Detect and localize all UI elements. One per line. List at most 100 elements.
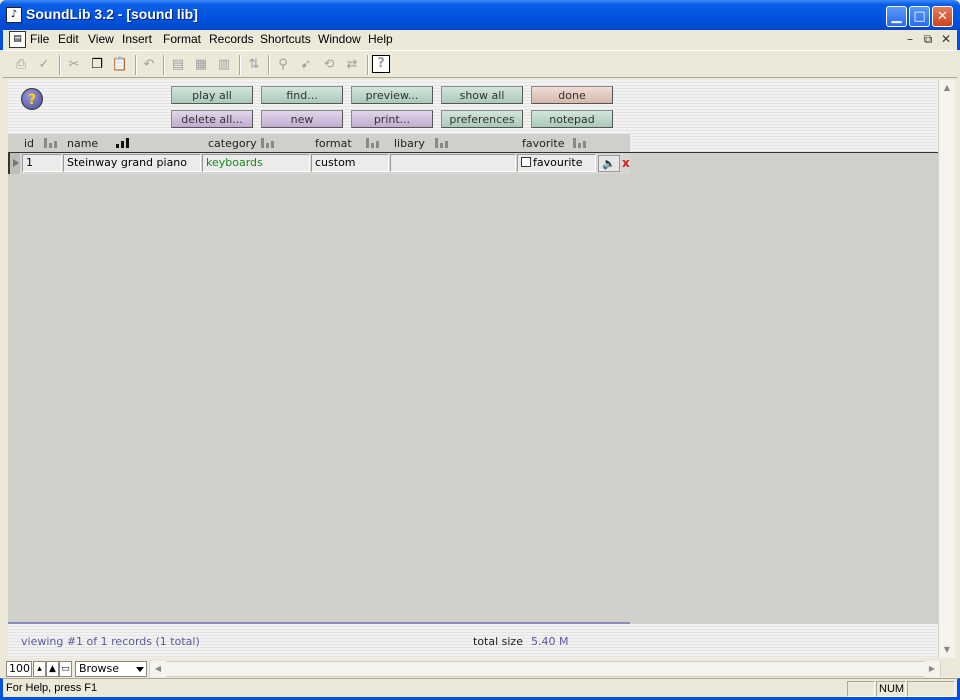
help-icon[interactable]: ?: [21, 88, 43, 110]
favorite-checkbox[interactable]: [521, 157, 531, 167]
column-library: libary: [394, 137, 425, 150]
scroll-left-icon[interactable]: ◀: [150, 661, 166, 677]
mdi-restore-button[interactable]: ⧉: [921, 32, 935, 47]
app-icon[interactable]: ♪: [6, 7, 22, 23]
current-record-marker: [8, 153, 20, 174]
sort-category-icon[interactable]: [261, 138, 275, 148]
total-size-label: total size: [473, 635, 523, 648]
done-button[interactable]: done: [531, 86, 613, 104]
table-row[interactable]: 1 Steinway grand piano keyboards custom …: [8, 153, 630, 174]
zoom-level[interactable]: 100: [6, 661, 32, 677]
bottom-bar: 100 ▴ ▲ ▭ Browse ◀ ▶: [3, 660, 957, 678]
sort-favorite-icon[interactable]: [573, 138, 587, 148]
favorite-field: favourite: [517, 154, 596, 172]
menu-edit[interactable]: Edit: [58, 32, 79, 46]
column-favorite: favorite: [522, 137, 565, 150]
zoom-out-icon[interactable]: ▴: [33, 661, 46, 677]
column-format: format: [315, 137, 352, 150]
sort-format-icon[interactable]: [366, 138, 380, 148]
mdi-close-button[interactable]: ✕: [939, 32, 953, 46]
context-help-icon[interactable]: ?: [372, 55, 390, 73]
mode-select[interactable]: Browse: [75, 661, 147, 677]
scroll-up-icon[interactable]: ▲: [939, 80, 955, 96]
show-all-button[interactable]: show all: [441, 86, 523, 104]
form-header: ? play all find... preview... show all d…: [8, 80, 938, 152]
relookup-icon[interactable]: ⇄: [342, 55, 362, 75]
category-field[interactable]: keyboards: [202, 154, 310, 172]
column-header: id name category format libary favorite: [8, 134, 630, 152]
cut-icon[interactable]: ✂: [64, 55, 84, 75]
print-icon[interactable]: ⎙: [11, 55, 31, 75]
scroll-right-icon[interactable]: ▶: [924, 661, 940, 677]
menu-bar: ▤ File Edit View Insert Format Records S…: [0, 30, 960, 50]
total-size-value: 5.40 M: [531, 635, 569, 648]
toolbar-separator: [163, 55, 165, 75]
spell-check-icon[interactable]: ✓: [34, 55, 54, 75]
layout-canvas: ? play all find... preview... show all d…: [8, 80, 938, 658]
name-field[interactable]: Steinway grand piano: [63, 154, 201, 172]
favorite-label: favourite: [533, 156, 583, 169]
column-category: category: [208, 137, 257, 150]
print-button[interactable]: print...: [351, 110, 433, 128]
sort-id-icon[interactable]: [44, 138, 58, 148]
notepad-button[interactable]: notepad: [531, 110, 613, 128]
delete-record-icon[interactable]: x: [622, 156, 630, 170]
library-field[interactable]: [390, 154, 516, 172]
sort-icon[interactable]: ⇅: [244, 55, 264, 75]
form-footer: viewing #1 of 1 records (1 total) total …: [8, 624, 938, 658]
minimize-window-button[interactable]: ▁: [886, 6, 907, 27]
new-button[interactable]: new: [261, 110, 343, 128]
num-lock-indicator: NUM: [876, 681, 906, 697]
find-button[interactable]: find...: [261, 86, 343, 104]
column-id: id: [24, 137, 35, 150]
find-icon[interactable]: ⚲: [273, 55, 293, 75]
menu-view[interactable]: View: [88, 32, 114, 46]
play-all-button[interactable]: play all: [171, 86, 253, 104]
menu-help[interactable]: Help: [368, 32, 393, 46]
menu-records[interactable]: Records: [209, 32, 254, 46]
sort-library-icon[interactable]: [435, 138, 449, 148]
toolbar-separator: [239, 55, 241, 75]
toolbar-separator: [367, 55, 369, 75]
new-record-icon[interactable]: ▤: [168, 55, 188, 75]
toolbar-separator: [135, 55, 137, 75]
mdi-minimize-button[interactable]: –: [903, 32, 917, 46]
horizontal-scrollbar[interactable]: ◀ ▶: [149, 661, 941, 677]
menu-window[interactable]: Window: [318, 32, 361, 46]
status-panel-empty: [907, 681, 955, 697]
format-field[interactable]: custom: [311, 154, 389, 172]
document-icon[interactable]: ▤: [9, 31, 26, 48]
record-count-text: viewing #1 of 1 records (1 total): [21, 635, 200, 648]
menu-insert[interactable]: Insert: [122, 32, 152, 46]
maximize-window-button[interactable]: □: [909, 6, 930, 27]
delete-all-button[interactable]: delete all...: [171, 110, 253, 128]
delete-record-icon[interactable]: ▥: [214, 55, 234, 75]
toolbar: ⎙ ✓ ✂ ❐ 📋 ↶ ▤ ▦ ▥ ⇅ ⚲ ➹ ⟲ ⇄ ?: [3, 50, 957, 78]
undo-icon[interactable]: ↶: [139, 55, 159, 75]
mode-label: Browse: [79, 662, 120, 675]
duplicate-record-icon[interactable]: ▦: [191, 55, 211, 75]
chevron-down-icon: [136, 667, 144, 672]
preferences-button[interactable]: preferences: [441, 110, 523, 128]
close-window-button[interactable]: ✕: [932, 6, 953, 27]
scroll-down-icon[interactable]: ▼: [939, 642, 955, 658]
sort-name-icon[interactable]: [116, 138, 130, 148]
vertical-scrollbar[interactable]: ▲ ▼: [938, 80, 955, 658]
column-name: name: [67, 137, 99, 150]
status-help-text: For Help, press F1: [6, 682, 98, 694]
paste-icon[interactable]: 📋: [110, 55, 130, 75]
menu-file[interactable]: File: [30, 32, 49, 46]
toolbar-separator: [268, 55, 270, 75]
copy-icon[interactable]: ❐: [87, 55, 107, 75]
status-area-toggle-icon[interactable]: ▭: [59, 661, 72, 677]
menu-shortcuts[interactable]: Shortcuts: [260, 32, 311, 46]
zoom-in-icon[interactable]: ▲: [46, 661, 59, 677]
replace-icon[interactable]: ⟲: [319, 55, 339, 75]
id-field[interactable]: 1: [22, 154, 62, 172]
window-title: SoundLib 3.2 - [sound lib]: [26, 6, 198, 22]
menu-format[interactable]: Format: [163, 32, 201, 46]
play-sound-icon[interactable]: 🔈: [598, 155, 620, 172]
status-bar: For Help, press F1 NUM: [0, 678, 960, 700]
preview-button[interactable]: preview...: [351, 86, 433, 104]
find-next-icon[interactable]: ➹: [296, 55, 316, 75]
